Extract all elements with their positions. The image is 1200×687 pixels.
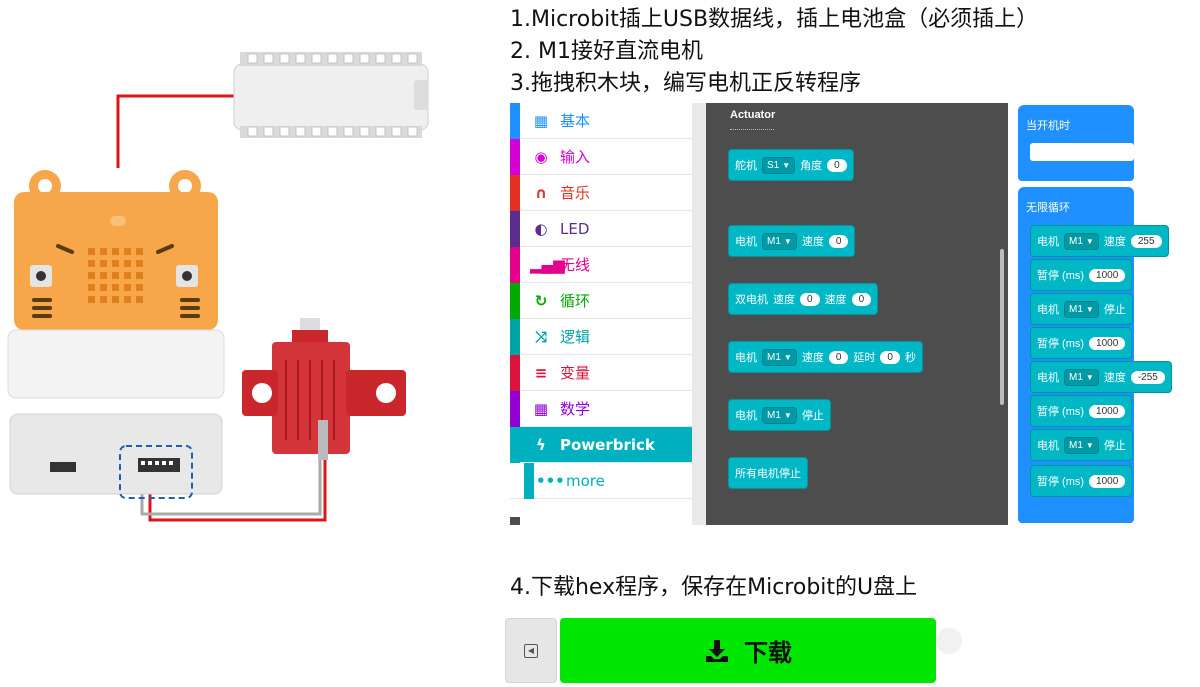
collapse-icon: ◀ bbox=[524, 643, 538, 658]
headphones-icon: ∩ bbox=[534, 183, 548, 202]
stop-all-motors-block[interactable]: 所有电机停止 bbox=[728, 457, 808, 489]
category-variables[interactable]: ≡ 变量 bbox=[510, 355, 692, 391]
category-music[interactable]: ∩ 音乐 bbox=[510, 175, 692, 211]
toggle-icon: ◐ bbox=[534, 219, 548, 238]
caret-icon: ▼ bbox=[782, 160, 791, 170]
ws-pause-block-4[interactable]: 暂停 (ms) 1000 bbox=[1030, 465, 1133, 497]
speed-input[interactable]: 0 bbox=[828, 350, 849, 364]
category-more[interactable]: ••• more bbox=[510, 463, 692, 499]
bolt-icon: ϟ bbox=[536, 435, 546, 454]
category-led[interactable]: ◐ LED bbox=[510, 211, 692, 247]
microbit-case bbox=[7, 170, 225, 399]
caret-icon: ▼ bbox=[1085, 236, 1094, 246]
category-logic[interactable]: ⤨ 逻辑 bbox=[510, 319, 692, 355]
servo-block[interactable]: 舵机 S1 ▼ 角度 0 bbox=[728, 149, 854, 181]
category-loops[interactable]: ↻ 循环 bbox=[510, 283, 692, 319]
motor-delay-block[interactable]: 电机 M1 ▼ 速度 0 延时 0 秒 bbox=[728, 341, 923, 373]
ws-pause-block-2[interactable]: 暂停 (ms) 1000 bbox=[1030, 327, 1133, 359]
dc-motor bbox=[242, 318, 406, 460]
hardware-illustration bbox=[7, 52, 429, 522]
calculator-icon: ▦ bbox=[533, 399, 549, 418]
makecode-editor: ▦ 基本 ◉ 输入 ∩ 音乐 ◐ LED ▂▄▆ 无线 ↻ 循环 ⤨ 逻辑 ≡ … bbox=[510, 103, 1196, 525]
signal-icon: ▂▄▆ bbox=[530, 255, 565, 274]
lego-module bbox=[233, 52, 429, 138]
instruction-step-1: 1.Microbit插上USB数据线，插上电池盒（必须插上） bbox=[510, 7, 1039, 32]
ws-pause-block-1[interactable]: 暂停 (ms) 1000 bbox=[1030, 259, 1133, 291]
code-workspace: 当开机时 无限循环 电机 M1 ▼ 速度 255 暂停 (ms) 1000 电机 … bbox=[1008, 103, 1196, 525]
port-dropdown[interactable]: M1 ▼ bbox=[762, 406, 797, 424]
speed2-input[interactable]: 0 bbox=[851, 292, 872, 306]
caret-icon: ▼ bbox=[783, 236, 792, 246]
port-dropdown[interactable]: M1 ▼ bbox=[1064, 232, 1099, 250]
instruction-step-3: 3.拖拽积木块，编写电机正反转程序 bbox=[510, 71, 861, 96]
ws-motor-speed-block-2[interactable]: 电机 M1 ▼ 速度 -255 bbox=[1030, 361, 1172, 393]
flyout-divider bbox=[730, 129, 774, 130]
category-basic[interactable]: ▦ 基本 bbox=[510, 103, 692, 139]
target-icon: ◉ bbox=[534, 147, 548, 166]
port-dropdown[interactable]: M1 ▼ bbox=[762, 232, 797, 250]
dual-motor-block[interactable]: 双电机 速度 0 速度 0 bbox=[728, 283, 879, 315]
category-powerbrick[interactable]: ϟ Powerbrick bbox=[510, 427, 692, 463]
speed-input[interactable]: -255 bbox=[1130, 370, 1165, 384]
flyout-title: Actuator bbox=[730, 109, 776, 121]
toolbox: ▦ 基本 ◉ 输入 ∩ 音乐 ◐ LED ▂▄▆ 无线 ↻ 循环 ⤨ 逻辑 ≡ … bbox=[510, 103, 692, 525]
pause-input[interactable]: 1000 bbox=[1089, 268, 1126, 282]
caret-icon: ▼ bbox=[783, 352, 792, 362]
caret-icon: ▼ bbox=[1085, 372, 1094, 382]
speed1-input[interactable]: 0 bbox=[800, 292, 820, 306]
category-radio[interactable]: ▂▄▆ 无线 bbox=[510, 247, 692, 283]
shuffle-icon: ⤨ bbox=[534, 327, 547, 346]
ws-motor-stop-block-1[interactable]: 电机 M1 ▼ 停止 bbox=[1030, 293, 1133, 325]
ws-motor-speed-block-1[interactable]: 电机 M1 ▼ 速度 255 bbox=[1030, 225, 1169, 257]
motor-speed-block[interactable]: 电机 M1 ▼ 速度 0 bbox=[728, 225, 856, 257]
category-math[interactable]: ▦ 数学 bbox=[510, 391, 692, 427]
dots-icon: ••• bbox=[536, 471, 565, 490]
toolbox-footer bbox=[510, 517, 520, 525]
port-dropdown[interactable]: M1 ▼ bbox=[1064, 368, 1099, 386]
port-dropdown[interactable]: M1 ▼ bbox=[1064, 300, 1099, 318]
motor-stop-block[interactable]: 电机 M1 ▼ 停止 bbox=[728, 399, 831, 431]
block-flyout: Actuator 舵机 S1 ▼ 角度 0 电机 M1 ▼ 速度 0 双电机 速度 … bbox=[692, 103, 1008, 525]
battery-box bbox=[9, 413, 223, 499]
download-toggle-knob bbox=[936, 628, 962, 654]
ws-motor-stop-block-2[interactable]: 电机 M1 ▼ 停止 bbox=[1030, 429, 1133, 461]
pause-input[interactable]: 1000 bbox=[1089, 404, 1126, 418]
caret-icon: ▼ bbox=[783, 410, 792, 420]
collapse-button[interactable]: ◀ bbox=[505, 618, 557, 683]
download-icon bbox=[706, 639, 728, 662]
delay-input[interactable]: 0 bbox=[880, 350, 900, 364]
ws-pause-block-3[interactable]: 暂停 (ms) 1000 bbox=[1030, 395, 1133, 427]
port-dropdown[interactable]: M1 ▼ bbox=[1064, 436, 1099, 454]
angle-input[interactable]: 0 bbox=[827, 158, 847, 172]
refresh-icon: ↻ bbox=[534, 291, 548, 310]
pause-input[interactable]: 1000 bbox=[1089, 336, 1126, 350]
instruction-step-2: 2. M1接好直流电机 bbox=[510, 39, 703, 64]
speed-input[interactable]: 255 bbox=[1130, 234, 1162, 248]
sensor-wire bbox=[116, 94, 238, 168]
instruction-step-4: 4.下载hex程序，保存在Microbit的U盘上 bbox=[510, 575, 918, 600]
grid-icon: ▦ bbox=[533, 111, 549, 130]
download-button[interactable]: 下载 bbox=[560, 618, 936, 683]
caret-icon: ▼ bbox=[1085, 440, 1094, 450]
port-dropdown[interactable]: M1 ▼ bbox=[762, 348, 797, 366]
caret-icon: ▼ bbox=[1085, 304, 1094, 314]
speed-input[interactable]: 0 bbox=[828, 234, 849, 248]
port-dropdown[interactable]: S1 ▼ bbox=[762, 156, 796, 174]
flyout-scrollbar[interactable] bbox=[1000, 249, 1004, 405]
category-input[interactable]: ◉ 输入 bbox=[510, 139, 692, 175]
lines-icon: ≡ bbox=[534, 363, 548, 382]
pause-input[interactable]: 1000 bbox=[1089, 474, 1126, 488]
on-start-block[interactable]: 当开机时 bbox=[1018, 105, 1134, 181]
